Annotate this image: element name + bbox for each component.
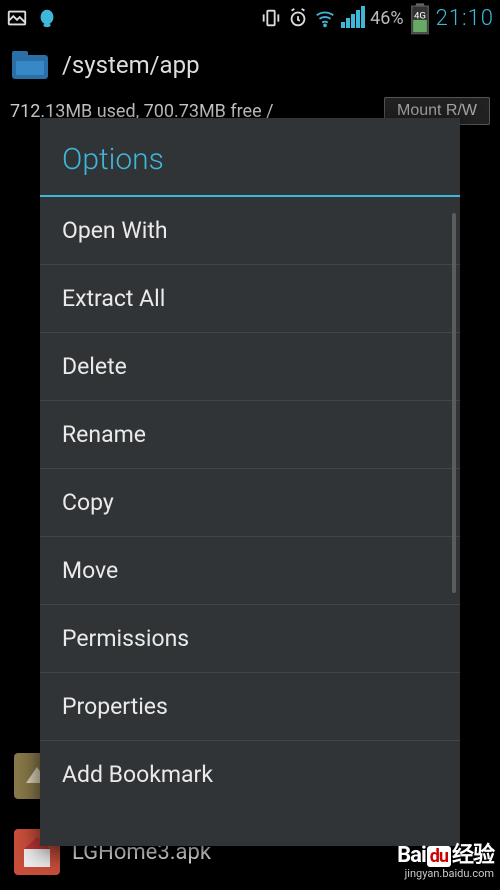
option-rename[interactable]: Rename	[40, 401, 460, 469]
option-copy[interactable]: Copy	[40, 469, 460, 537]
watermark: Baidu经验 jingyan.baidu.com	[397, 844, 494, 880]
option-permissions[interactable]: Permissions	[40, 605, 460, 673]
option-add-bookmark[interactable]: Add Bookmark	[40, 741, 460, 808]
options-dialog: Options Open With Extract All Delete Ren…	[40, 118, 460, 846]
watermark-url: jingyan.baidu.com	[397, 868, 494, 880]
option-extract-all[interactable]: Extract All	[40, 265, 460, 333]
dialog-title: Options	[40, 118, 460, 197]
option-delete[interactable]: Delete	[40, 333, 460, 401]
dialog-backdrop: Options Open With Extract All Delete Ren…	[0, 0, 500, 888]
option-open-with[interactable]: Open With	[40, 197, 460, 265]
dialog-list: Open With Extract All Delete Rename Copy…	[40, 197, 460, 846]
option-move[interactable]: Move	[40, 537, 460, 605]
watermark-brand: Bai	[397, 843, 426, 868]
scrollbar[interactable]	[452, 213, 456, 593]
option-properties[interactable]: Properties	[40, 673, 460, 741]
